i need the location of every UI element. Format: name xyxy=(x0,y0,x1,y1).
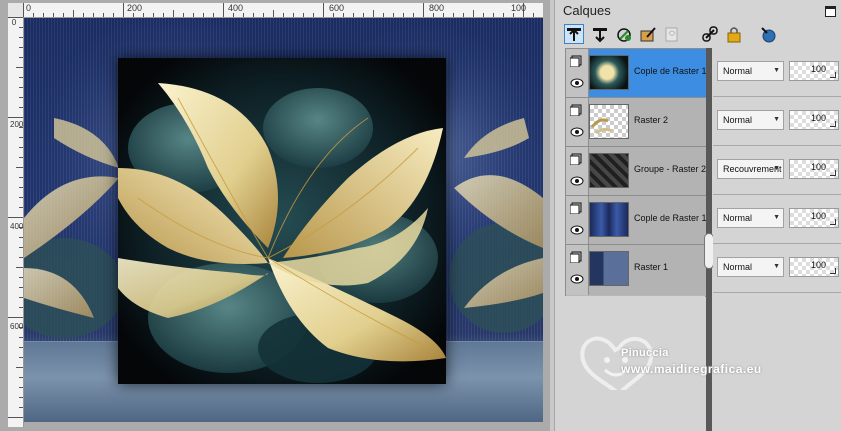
document-image[interactable] xyxy=(24,18,543,422)
edit-layer-icon[interactable] xyxy=(639,25,657,43)
blend-mode-select[interactable]: Normal ▼ xyxy=(717,110,784,130)
ruler-label: 0 xyxy=(26,3,32,13)
layer-effects-icon[interactable] xyxy=(615,25,633,43)
layer-properties-row: Normal ▼ 100 xyxy=(713,244,841,293)
layer-list: Cople de Raster 1 Raster 2 Groupe - Rast… xyxy=(565,48,707,297)
layer-name: Groupe - Raster 2 xyxy=(634,164,707,174)
layer-name: Raster 2 xyxy=(634,115,669,125)
ruler-label: 0 xyxy=(11,18,17,27)
layer-properties-row: Normal ▼ 100 xyxy=(713,48,841,97)
layer-row[interactable]: Cople de Raster 1 xyxy=(566,49,707,98)
layer-thumbnail xyxy=(589,251,629,286)
layer-properties-row: Recouvrement ▼ 100 xyxy=(713,146,841,195)
blend-mode-select[interactable]: Recouvrement ▼ xyxy=(717,159,784,179)
lock-icon[interactable] xyxy=(725,25,743,43)
layer-thumbnail xyxy=(589,153,629,188)
resize-corner-icon xyxy=(830,72,836,78)
raster-layer-icon xyxy=(570,104,582,116)
opacity-field[interactable]: 100 xyxy=(789,257,839,277)
eye-visibility-icon[interactable] xyxy=(570,225,584,235)
layer-controls xyxy=(566,245,589,295)
layers-toolbar xyxy=(563,22,833,46)
layer-name: Cople de Raster 1 xyxy=(634,66,707,76)
panel-maximize-icon[interactable] xyxy=(825,6,836,17)
layer-name: Raster 1 xyxy=(634,262,669,272)
group-layer-icon xyxy=(570,153,582,165)
blend-mode-select[interactable]: Normal ▼ xyxy=(717,257,784,277)
new-raster-layer-icon[interactable] xyxy=(564,24,584,44)
layer-name: Cople de Raster 1 xyxy=(634,213,707,223)
ruler-vertical: 0 200 400 600 xyxy=(8,17,24,427)
resize-corner-icon xyxy=(830,268,836,274)
raster-layer-icon xyxy=(570,251,582,263)
chevron-down-icon: ▼ xyxy=(773,116,780,123)
opacity-field[interactable]: 100 xyxy=(789,61,839,81)
layer-controls xyxy=(566,49,589,97)
ruler-label: 600 xyxy=(10,322,24,331)
chevron-down-icon: ▼ xyxy=(773,263,780,270)
layer-row[interactable]: Groupe - Raster 2 xyxy=(566,147,706,196)
resize-corner-icon xyxy=(830,219,836,225)
flower-artwork xyxy=(118,58,446,384)
layer-properties-icon[interactable] xyxy=(759,25,777,43)
layer-properties-row: Normal ▼ 100 xyxy=(713,195,841,244)
eye-visibility-icon[interactable] xyxy=(570,127,584,137)
resize-corner-icon xyxy=(830,170,836,176)
layer-controls xyxy=(566,147,589,195)
raster-layer-icon xyxy=(570,55,582,67)
mask-icon[interactable] xyxy=(663,25,681,43)
blend-mode-select[interactable]: Normal ▼ xyxy=(717,208,784,228)
layers-panel: Calques Cople de Raster 1 Raster 2 Group… xyxy=(554,0,841,431)
layer-thumbnail xyxy=(589,55,629,90)
image-canvas-area[interactable]: 0 200 400 600 800 100 0 200 400 600 xyxy=(0,0,550,431)
layer-controls xyxy=(566,98,589,146)
raster-layer-icon xyxy=(570,202,582,214)
layer-row[interactable]: Raster 1 xyxy=(566,245,706,295)
ruler-label: 400 xyxy=(10,222,24,231)
resize-corner-icon xyxy=(830,121,836,127)
opacity-field[interactable]: 100 xyxy=(789,208,839,228)
layer-controls xyxy=(566,196,589,244)
blend-mode-select[interactable]: Normal ▼ xyxy=(717,61,784,81)
eye-visibility-icon[interactable] xyxy=(570,274,584,284)
layer-row[interactable]: Cople de Raster 1 xyxy=(566,196,707,245)
ruler-label: 100 xyxy=(511,3,527,13)
chevron-down-icon: ▼ xyxy=(773,214,780,221)
ruler-label: 600 xyxy=(329,3,345,13)
new-vector-layer-icon[interactable] xyxy=(591,25,609,43)
link-icon[interactable] xyxy=(701,25,719,43)
ruler-label: 200 xyxy=(10,120,24,129)
eye-visibility-icon[interactable] xyxy=(570,176,584,186)
layer-properties-row: Normal ▼ 100 xyxy=(713,97,841,146)
chevron-down-icon: ▼ xyxy=(773,165,780,172)
ruler-label: 800 xyxy=(429,3,445,13)
panel-title: Calques xyxy=(563,3,611,18)
layer-thumbnail xyxy=(589,104,629,139)
watermark-heart-logo xyxy=(580,336,654,390)
opacity-field[interactable]: 100 xyxy=(789,110,839,130)
chevron-down-icon: ▼ xyxy=(773,67,780,74)
ruler-ticks-horizontal xyxy=(23,3,534,17)
eye-visibility-icon[interactable] xyxy=(570,78,584,88)
opacity-field[interactable]: 100 xyxy=(789,159,839,179)
layer-row[interactable]: Raster 2 xyxy=(566,98,706,147)
watermark-url: www.maidiregrafica.eu xyxy=(621,362,762,376)
main-artwork-frame xyxy=(118,58,446,384)
ruler-horizontal: 0 200 400 600 800 100 xyxy=(23,3,543,18)
ruler-label: 200 xyxy=(127,3,143,13)
ruler-corner xyxy=(8,3,24,18)
layer-thumbnail xyxy=(589,202,629,237)
watermark-name: Pinuccia xyxy=(621,347,669,359)
ruler-label: 400 xyxy=(228,3,244,13)
